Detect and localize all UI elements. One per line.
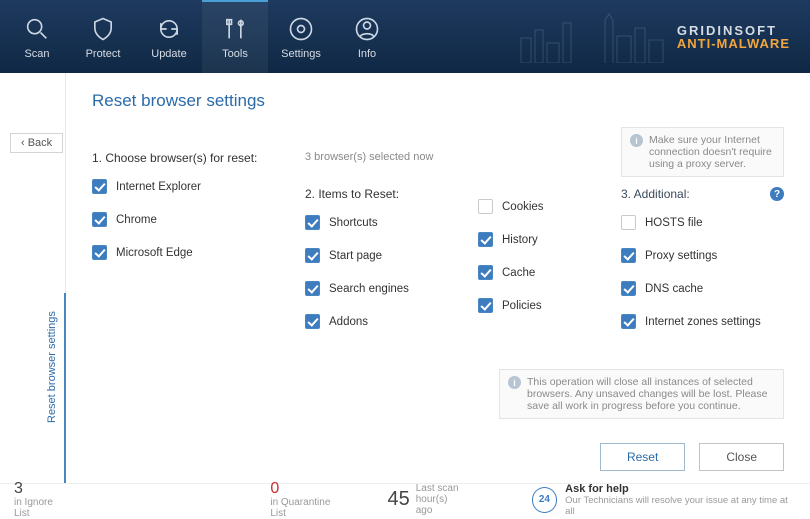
help-sub: Our Technicians will resolve your issue … xyxy=(565,495,796,517)
ask-for-help[interactable]: 24 Ask for help Our Technicians will res… xyxy=(532,483,796,517)
info-icon: i xyxy=(508,376,521,389)
nav-settings[interactable]: Settings xyxy=(268,0,334,73)
nav: Scan Protect Update Tools Settings Info xyxy=(0,0,400,73)
checkbox-addons[interactable] xyxy=(305,314,320,329)
checkbox-hosts[interactable] xyxy=(621,215,636,230)
skyline-icon xyxy=(517,8,667,66)
checkbox-shortcuts[interactable] xyxy=(305,215,320,230)
label: Shortcuts xyxy=(329,217,378,229)
label: Addons xyxy=(329,316,368,328)
support-24-icon: 24 xyxy=(532,487,558,513)
label: History xyxy=(502,234,538,246)
last-scan-l2: hour(s) ago xyxy=(416,494,448,516)
label: Internet Explorer xyxy=(116,181,201,193)
back-button[interactable]: ‹ Back xyxy=(10,133,63,153)
footer: 3 in Ignore List 0 in Quarantine List 45… xyxy=(0,483,810,515)
checkbox-history[interactable] xyxy=(478,232,493,247)
note-text: Make sure your Internet connection doesn… xyxy=(649,134,775,170)
nav-protect[interactable]: Protect xyxy=(70,0,136,73)
shield-icon xyxy=(89,15,117,43)
label: DNS cache xyxy=(645,283,703,295)
checkbox-startpage[interactable] xyxy=(305,248,320,263)
note-text: This operation will close all instances … xyxy=(527,376,775,412)
nav-update[interactable]: Update xyxy=(136,0,202,73)
step3-heading: 3. Additional: xyxy=(621,187,690,201)
tools-icon xyxy=(221,15,249,43)
label: Cookies xyxy=(502,201,544,213)
additional-column: i Make sure your Internet connection doe… xyxy=(621,127,784,347)
proxy-note: i Make sure your Internet connection doe… xyxy=(621,127,784,177)
step2-heading: 2. Items to Reset: xyxy=(305,187,450,201)
warning-note: i This operation will close all instance… xyxy=(499,369,784,419)
nav-label: Info xyxy=(358,48,376,60)
checkbox-edge[interactable] xyxy=(92,245,107,260)
label: Proxy settings xyxy=(645,250,717,262)
left-column: ‹ Back Reset browser settings xyxy=(0,73,66,483)
gear-icon xyxy=(287,15,315,43)
label: Start page xyxy=(329,250,382,262)
quarantine-stat: 0 in Quarantine List xyxy=(270,480,347,519)
nav-label: Tools xyxy=(222,48,248,60)
magnifier-icon xyxy=(23,15,51,43)
logo-area: GRIDINSOFT ANTI-MALWARE xyxy=(517,8,790,66)
step1-heading: 1. Choose browser(s) for reset: xyxy=(92,151,277,165)
nav-info[interactable]: Info xyxy=(334,0,400,73)
label: HOSTS file xyxy=(645,217,703,229)
person-icon xyxy=(353,15,381,43)
checkbox-policies[interactable] xyxy=(478,298,493,313)
ignore-label: in Ignore List xyxy=(14,497,70,519)
label: Internet zones settings xyxy=(645,316,761,328)
checkbox-cookies[interactable] xyxy=(478,199,493,214)
checkbox-ie[interactable] xyxy=(92,179,107,194)
last-scan-count: 45 xyxy=(387,488,409,511)
brand-product: ANTI-MALWARE xyxy=(677,37,790,50)
nav-label: Settings xyxy=(281,48,321,60)
items-column-a: 3 browser(s) selected now 2. Items to Re… xyxy=(305,127,450,347)
checkbox-proxy[interactable] xyxy=(621,248,636,263)
nav-tools[interactable]: Tools xyxy=(202,0,268,73)
refresh-icon xyxy=(155,15,183,43)
side-tab-label[interactable]: Reset browser settings xyxy=(46,311,58,423)
last-scan: 45 Last scanhour(s) ago xyxy=(387,483,465,516)
label: Cache xyxy=(502,267,535,279)
checkbox-search[interactable] xyxy=(305,281,320,296)
reset-button[interactable]: Reset xyxy=(600,443,685,471)
label: Chrome xyxy=(116,214,157,226)
nav-scan[interactable]: Scan xyxy=(4,0,70,73)
close-button[interactable]: Close xyxy=(699,443,784,471)
checkbox-chrome[interactable] xyxy=(92,212,107,227)
browsers-column: 1. Choose browser(s) for reset: Internet… xyxy=(92,127,277,347)
header: Scan Protect Update Tools Settings Info … xyxy=(0,0,810,73)
last-scan-l1: Last scan xyxy=(416,483,459,494)
label: Search engines xyxy=(329,283,409,295)
label: Microsoft Edge xyxy=(116,247,193,259)
checkbox-dns[interactable] xyxy=(621,281,636,296)
nav-label: Protect xyxy=(86,48,121,60)
main: ‹ Back Reset browser settings Reset brow… xyxy=(0,73,810,483)
selected-count: 3 browser(s) selected now xyxy=(305,151,450,163)
nav-label: Scan xyxy=(24,48,49,60)
ignore-stat: 3 in Ignore List xyxy=(14,480,70,519)
quarantine-label: in Quarantine List xyxy=(270,497,347,519)
checkbox-zones[interactable] xyxy=(621,314,636,329)
content: Reset browser settings 1. Choose browser… xyxy=(66,73,810,483)
info-icon: i xyxy=(630,134,643,147)
items-column-b: Cookies History Cache Policies xyxy=(478,127,593,347)
label: Policies xyxy=(502,300,542,312)
nav-label: Update xyxy=(151,48,186,60)
checkbox-cache[interactable] xyxy=(478,265,493,280)
page-title: Reset browser settings xyxy=(92,91,784,111)
help-title: Ask for help xyxy=(565,483,796,495)
help-icon[interactable]: ? xyxy=(770,187,784,201)
